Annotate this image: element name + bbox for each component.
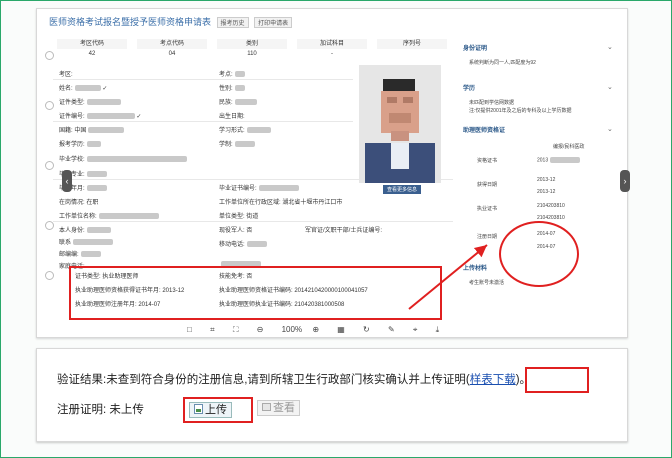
highlight-box-sample-link [525, 367, 589, 393]
upload-button[interactable]: 上传 [189, 402, 232, 418]
prev-arrow-icon[interactable]: ‹ [62, 170, 72, 192]
application-form-screenshot: 医师资格考试报名暨授予医师资格申请表 报考历史 打印申请表 考区代码 考点代码 … [36, 8, 628, 338]
reg-proof-label: 注册证明: 未上传 [57, 404, 144, 416]
upload-icon [194, 404, 203, 414]
next-arrow-icon[interactable]: › [620, 170, 630, 192]
pointer-arrow [408, 244, 488, 310]
verification-result-screenshot: 验证结果:未查到符合身份的注册信息,请到所辖卫生行政部门核实确认并上传证明(样表… [36, 348, 628, 442]
sample-download-link[interactable]: 样表下载 [470, 374, 516, 386]
view-button[interactable]: 查看 [257, 400, 300, 416]
verify-result-text: 验证结果:未查到符合身份的注册信息,请到所辖卫生行政部门核实确认并上传证明(样表… [57, 371, 531, 387]
view-button-label: 查看 [273, 402, 295, 414]
highlight-box-upload: 上传 [183, 397, 253, 423]
view-icon [262, 403, 271, 411]
upload-button-label: 上传 [205, 404, 227, 416]
verify-message: 验证结果:未查到符合身份的注册信息,请到所辖卫生行政部门核实确认并上传证明( [57, 374, 470, 386]
